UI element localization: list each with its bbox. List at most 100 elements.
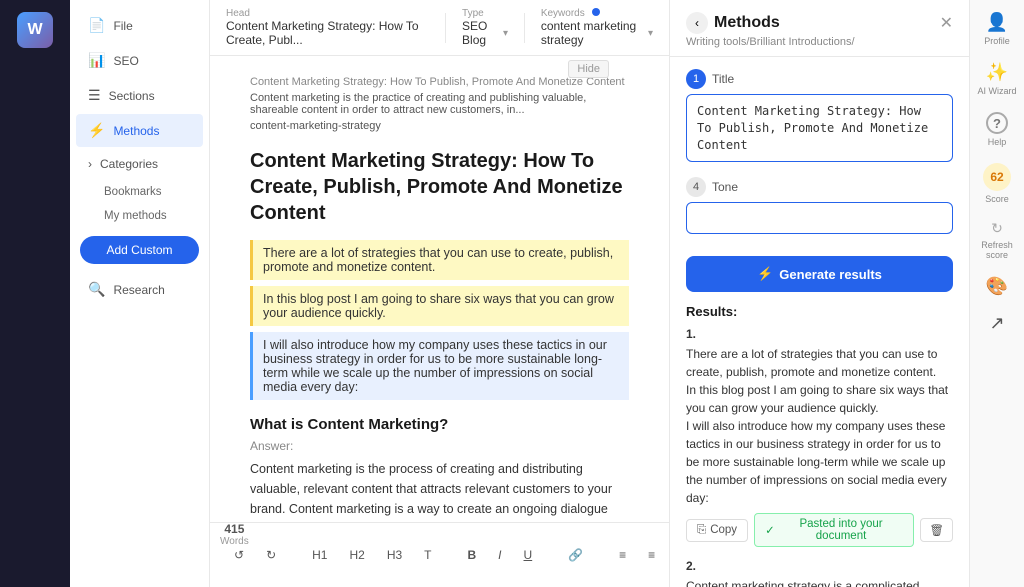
type-label: Type [462,8,508,19]
app-logo[interactable]: W [17,12,53,48]
field-title-label: 1 Title [686,69,953,89]
field-number-1: 1 [686,69,706,89]
highlight-3: I will also introduce how my company use… [250,332,629,400]
underline-button[interactable]: U [516,544,541,566]
research-icon: 🔍 [88,281,105,298]
generate-button[interactable]: ⚡ Generate results [686,256,953,292]
hide-button[interactable]: Hide [568,60,609,78]
add-custom-button[interactable]: Add Custom [80,236,199,264]
result-number-2: 2. [686,559,953,573]
tone-input[interactable]: friendly [686,202,953,234]
sidebar-item-label: SEO [113,54,138,68]
align-center-button[interactable]: ≡ [640,544,663,566]
delete-button-1[interactable]: 🗑 [920,518,953,542]
result-item-2: 2. Content marketing strategy is a compl… [686,559,953,587]
sidebar-item-sections[interactable]: ☰ Sections [76,79,203,112]
result-number-1: 1. [686,327,953,341]
help-item[interactable]: ? Help [986,112,1008,147]
highlight-2: In this blog post I am going to share si… [250,286,629,326]
sidebar-item-label: Sections [109,89,155,103]
type-section: Type SEO Blog ▾ [462,8,508,47]
lightning-icon: ⚡ [757,266,773,282]
sidebar-item-file[interactable]: 📄 File [76,9,203,42]
panel-title: Methods [714,14,780,32]
sidebar-item-categories[interactable]: › Categories [76,149,203,179]
score-label: Score [985,194,1009,204]
align-left-button[interactable]: ≡ [611,544,634,566]
profile-item[interactable]: 👤 Profile [984,12,1010,46]
divider-2 [524,13,525,43]
keywords-section: Keywords content marketing strategy ▾ [541,8,653,47]
field-title-container: 1 Title Content Marketing Strategy: How … [686,69,953,165]
chevron-right-icon: › [88,157,92,171]
methods-panel: ‹ Methods ✕ Writing tools/Brilliant Intr… [669,0,969,587]
type-chevron: ▾ [503,28,508,39]
main-content: Head Content Marketing Strategy: How To … [210,0,669,587]
sidebar-item-label: Methods [113,124,159,138]
sidebar-item-label: File [113,19,132,33]
keywords-chevron: ▾ [648,28,653,39]
link-button[interactable]: 🔗 [560,544,591,566]
sidebar-item-my-methods[interactable]: My methods [76,205,203,227]
file-icon: 📄 [88,17,105,34]
undo-button[interactable]: ↺ [226,544,252,566]
far-right-sidebar: 👤 Profile ✨ AI Wizard ? Help 62 Score ↻ … [969,0,1024,587]
help-label: Help [988,137,1007,147]
pasted-button[interactable]: ✓ Pasted into your document [754,513,914,547]
highlight-1: There are a lot of strategies that you c… [250,240,629,280]
results-label: Results: [686,304,953,319]
keywords-label: Keywords [541,8,653,19]
profile-icon: 👤 [986,12,1008,33]
result-text-1: There are a lot of strategies that you c… [686,345,953,507]
copy-icon: ⎘ [697,524,706,537]
share-item[interactable]: ↗ [989,313,1004,334]
type-value[interactable]: SEO Blog ▾ [462,19,508,47]
italic-button[interactable]: I [490,544,509,566]
head-value[interactable]: Content Marketing Strategy: How To Creat… [226,19,429,47]
copy-button[interactable]: ⎘ Copy [686,519,748,542]
h3-button[interactable]: H3 [379,544,410,566]
refresh-label: Refresh score [970,240,1024,260]
text-button[interactable]: T [416,544,439,566]
result-1-actions: ⎘ Copy ✓ Pasted into your document 🗑 [686,513,953,547]
section-label-1: Answer: [250,439,629,453]
methods-panel-header: ‹ Methods ✕ Writing tools/Brilliant Intr… [670,0,969,57]
help-icon: ? [986,112,1008,134]
field-tone-container: 4 Tone friendly [686,177,953,244]
keywords-dot [592,8,600,16]
redo-button[interactable]: ↻ [258,544,284,566]
bookmarks-label: Bookmarks [104,186,162,198]
section-heading-1: What is Content Marketing? [250,416,629,433]
research-label: Research [113,283,164,297]
ai-wizard-item[interactable]: ✨ AI Wizard [977,62,1016,96]
h1-button[interactable]: H1 [304,544,335,566]
sidebar-item-methods[interactable]: ⚡ Methods [76,114,203,147]
sidebar-item-seo[interactable]: 📊 SEO [76,44,203,77]
sidebar-item-research[interactable]: 🔍 Research [76,273,203,306]
refresh-score-item[interactable]: ↻ Refresh score [970,220,1024,260]
head-label: Head [226,8,429,19]
score-item[interactable]: 62 Score [983,163,1011,204]
keywords-value[interactable]: content marketing strategy ▾ [541,19,653,47]
palette-item[interactable]: 🎨 [986,276,1008,297]
breadcrumb: Writing tools/Brilliant Introductions/ [686,36,953,48]
back-button[interactable]: ‹ [686,12,708,34]
close-button[interactable]: ✕ [940,13,953,33]
bold-button[interactable]: B [460,544,485,566]
h2-button[interactable]: H2 [341,544,372,566]
seo-icon: 📊 [88,52,105,69]
head-section: Head Content Marketing Strategy: How To … [226,8,429,47]
methods-icon: ⚡ [88,122,105,139]
sidebar-item-label: Categories [100,157,158,171]
title-input[interactable]: Content Marketing Strategy: How To Publi… [686,94,953,162]
check-icon: ✓ [765,523,775,537]
far-left-sidebar: W [0,0,70,587]
share-icon: ↗ [989,313,1004,334]
result-text-2: Content marketing strategy is a complica… [686,577,953,587]
sidebar-item-bookmarks[interactable]: Bookmarks [76,181,203,203]
methods-panel-body: 1 Title Content Marketing Strategy: How … [670,57,969,587]
editor-area[interactable]: Hide Content Marketing Strategy: How To … [210,56,669,522]
ai-wizard-label: AI Wizard [977,86,1016,96]
panel-title-row: ‹ Methods ✕ [686,12,953,34]
left-sidebar: 📄 File 📊 SEO ☰ Sections ⚡ Methods › Cate… [70,0,210,587]
